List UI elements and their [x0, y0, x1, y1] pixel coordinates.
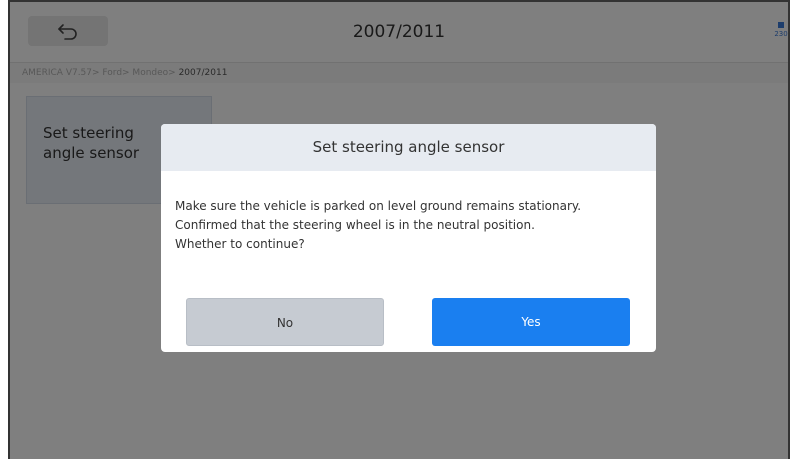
dialog-message: Make sure the vehicle is parked on level… [161, 171, 656, 254]
yes-button[interactable]: Yes [432, 298, 630, 346]
dialog-message-line: Confirmed that the steering wheel is in … [175, 218, 535, 232]
dialog-title: Set steering angle sensor [161, 124, 656, 171]
dialog-message-line: Whether to continue? [175, 237, 305, 251]
dialog-message-line: Make sure the vehicle is parked on level… [175, 199, 582, 213]
no-button[interactable]: No [186, 298, 384, 346]
app-frame: 2007/2011 230 AMERICA V7.57> Ford> Monde… [8, 0, 790, 459]
confirm-dialog: Set steering angle sensor Make sure the … [161, 124, 656, 352]
